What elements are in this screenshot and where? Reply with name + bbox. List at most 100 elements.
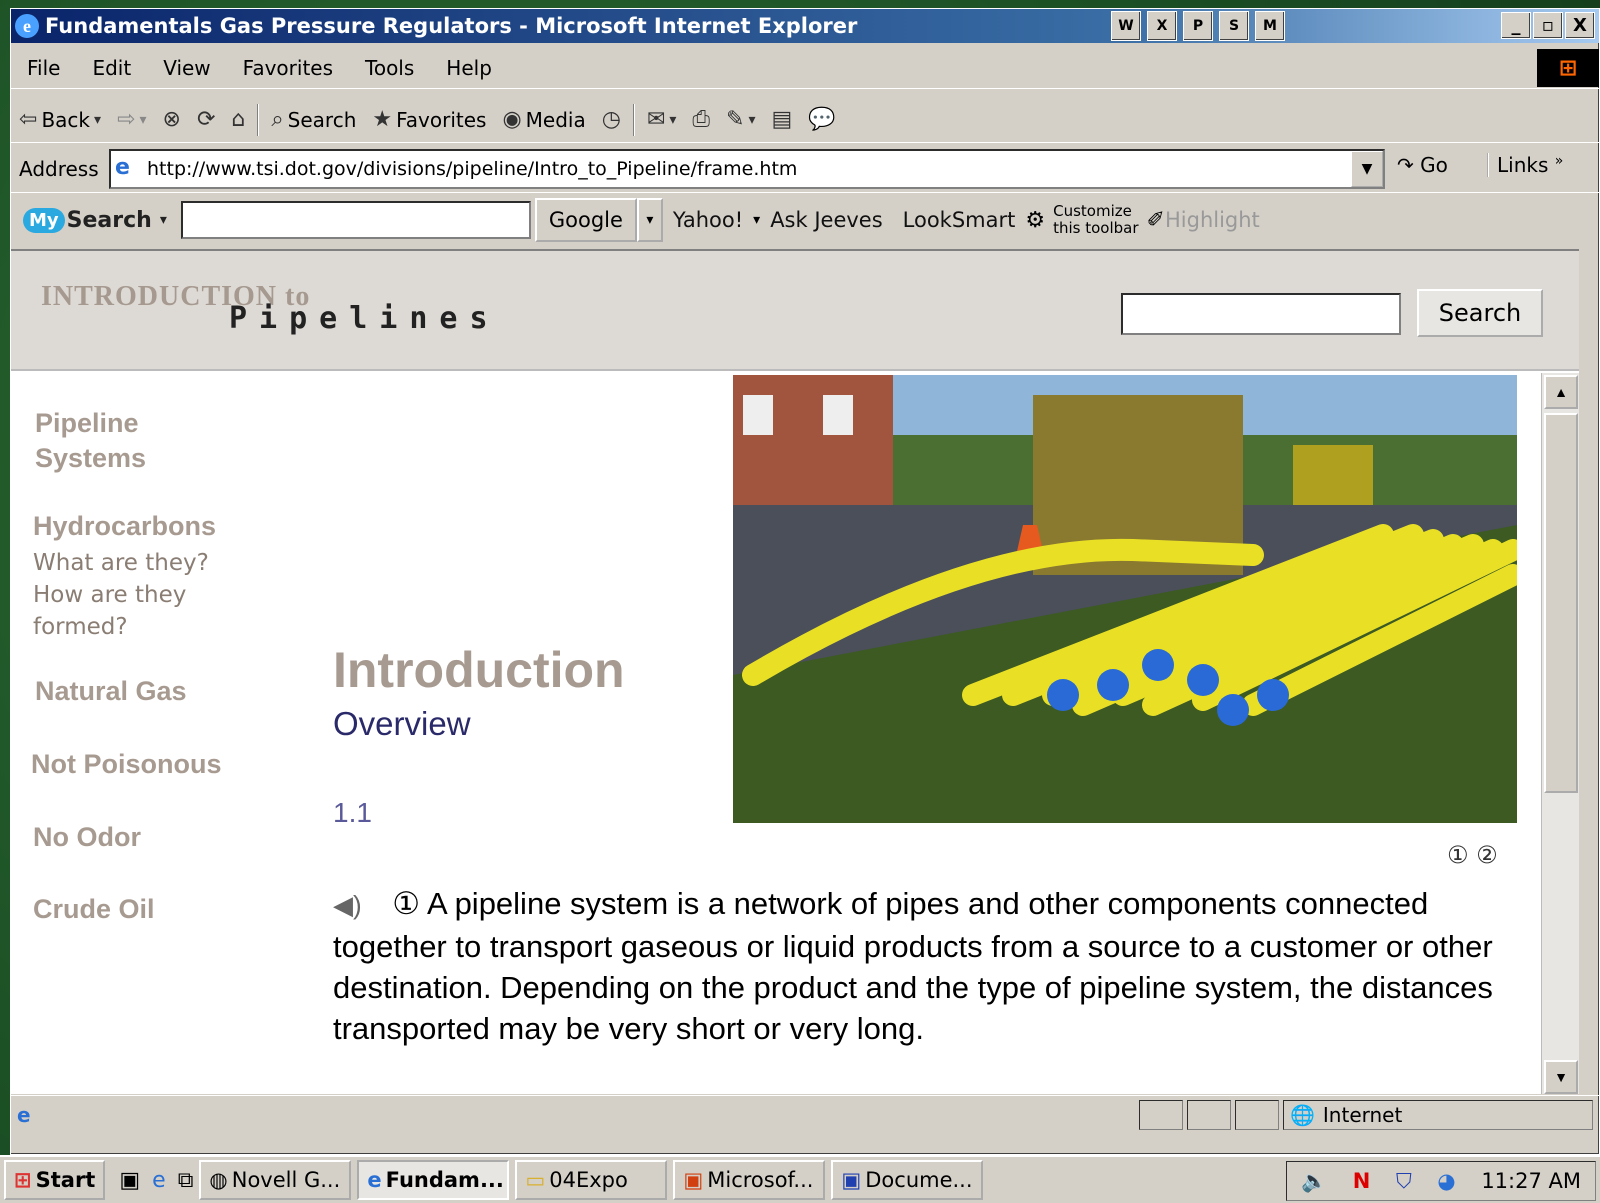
volume-icon[interactable]: 🔈 [1301, 1169, 1327, 1194]
speaker-icon[interactable]: ◀) [333, 890, 362, 920]
scroll-down-button[interactable]: ▼ [1544, 1060, 1578, 1094]
forward-button[interactable]: ⇨ ▾ [109, 100, 154, 140]
search-icon: ⌕ [271, 107, 284, 132]
media-icon: ◉ [502, 107, 522, 132]
forward-arrow-icon: ⇨ [117, 107, 136, 132]
menu-tools[interactable]: Tools [349, 56, 430, 80]
novell-n-icon[interactable]: N [1353, 1169, 1371, 1193]
address-label: Address [19, 156, 99, 181]
paragraph-text: A pipeline system is a network of pipes … [333, 886, 1493, 1046]
links-button[interactable]: Links » [1487, 153, 1563, 177]
discuss-button[interactable]: ▤ [764, 100, 801, 140]
search-button[interactable]: ⌕ Search [263, 100, 364, 140]
yahoo-button[interactable]: Yahoo! [663, 208, 753, 232]
antivirus-icon[interactable]: ⛉ [1396, 1169, 1412, 1194]
nav-hydro-how[interactable]: How are they [33, 579, 186, 611]
customize-toolbar-button[interactable]: Customize this toolbar [1045, 203, 1146, 237]
stop-button[interactable]: ⊗ [155, 100, 189, 140]
gear-icon: ⚙ [1025, 207, 1046, 233]
address-field[interactable]: e http://www.tsi.dot.gov/divisions/pipel… [109, 149, 1385, 189]
vertical-scrollbar[interactable]: ▲ ▼ [1541, 373, 1579, 1094]
google-button[interactable]: Google [534, 198, 637, 242]
mysearch-input[interactable] [180, 201, 531, 239]
clock[interactable]: 11:27 AM [1481, 1169, 1581, 1193]
restore-button[interactable]: ▫ [1533, 12, 1563, 39]
schedule-icon[interactable]: S [1219, 11, 1249, 41]
word-icon[interactable]: W [1111, 11, 1141, 41]
favorites-button[interactable]: ★ Favorites [364, 100, 494, 140]
print-icon: ⎙ [692, 107, 711, 132]
go-button[interactable]: ↷ Go [1397, 153, 1448, 177]
media-label: Media [525, 107, 586, 132]
page-subheading: Overview [333, 705, 471, 742]
page-status-icon: e [17, 1102, 31, 1127]
nav-pipeline-systems[interactable]: Pipeline Systems [35, 406, 146, 476]
nav-hydrocarbons[interactable]: Hydrocarbons [33, 509, 216, 544]
ie-launch-icon[interactable]: e [152, 1168, 166, 1193]
print-button[interactable]: ⎙ [684, 100, 718, 140]
nav-crude-oil[interactable]: Crude Oil [33, 892, 155, 927]
ask-jeeves-button[interactable]: Ask Jeeves [760, 208, 892, 232]
toolbar-separator [257, 103, 260, 136]
task-fundamentals[interactable]: e Fundam... [357, 1160, 510, 1200]
edit-button[interactable]: ✎ ▾ [718, 100, 763, 140]
task-microsoft[interactable]: ▣ Microsof... [673, 1160, 826, 1200]
start-button[interactable]: ⊞ Start [4, 1160, 106, 1200]
favorites-label: Favorites [396, 107, 487, 132]
windows-logo-icon: ⊞ [1537, 49, 1599, 87]
document-icon: ▤ [771, 107, 793, 132]
menu-view[interactable]: View [147, 56, 226, 80]
highlight-button[interactable]: Highlight [1165, 208, 1260, 232]
monitor-icon[interactable]: M [1255, 11, 1285, 41]
home-button[interactable]: ⌂ [223, 100, 253, 140]
menu-edit[interactable]: Edit [76, 56, 147, 80]
highlighter-icon: ✐ [1146, 207, 1165, 233]
task-novell[interactable]: ◍ Novell G... [199, 1160, 352, 1200]
network-globe-icon[interactable]: ◕ [1437, 1169, 1455, 1193]
menu-bar: File Edit View Favorites Tools Help ⊞ [11, 47, 1599, 89]
nav-hydro-formed[interactable]: formed? [33, 611, 128, 643]
logo-pipelines-text: Pipelines [229, 301, 500, 336]
go-label: Go [1420, 153, 1448, 177]
chevron-down-icon[interactable]: ▾ [753, 212, 760, 228]
mail-button[interactable]: ✉ ▾ [639, 100, 684, 140]
site-search-input[interactable] [1121, 293, 1401, 335]
task-document[interactable]: ▣ Docume... [831, 1160, 984, 1200]
looksmart-button[interactable]: LookSmart [893, 208, 1026, 232]
taskbar: ⊞ Start ▣ e ⧉ ◍ Novell G... e Fundam... … [0, 1155, 1600, 1203]
task-microsoft-label: Microsof... [707, 1168, 814, 1192]
toolbar-separator [632, 103, 635, 136]
menu-favorites[interactable]: Favorites [227, 56, 349, 80]
refresh-button[interactable]: ⟳ [189, 100, 223, 140]
nav-not-poisonous[interactable]: Not Poisonous [31, 747, 222, 782]
scroll-thumb[interactable] [1544, 413, 1578, 793]
back-button[interactable]: ⇦ Back ▾ [11, 100, 109, 140]
scroll-up-button[interactable]: ▲ [1544, 375, 1578, 409]
show-desktop-icon[interactable]: ▣ [119, 1168, 140, 1193]
google-dropdown-button[interactable]: ▾ [636, 198, 663, 242]
menu-help[interactable]: Help [430, 56, 508, 80]
powerpoint-icon[interactable]: P [1183, 11, 1213, 41]
site-search-button[interactable]: Search [1417, 289, 1543, 337]
channels-icon[interactable]: ⧉ [178, 1168, 194, 1193]
close-button[interactable]: X [1565, 12, 1595, 39]
nav-no-odor[interactable]: No Odor [33, 820, 141, 855]
ie-icon: e [367, 1168, 382, 1192]
messenger-button[interactable]: 💬 [800, 100, 843, 140]
mysearch-toolbar: My Search ▾ Google ▾ Yahoo! ▾ Ask Jeeves… [11, 195, 1599, 245]
minimize-button[interactable]: _ [1501, 12, 1531, 39]
links-label: Links [1497, 153, 1549, 177]
address-dropdown-button[interactable]: ▼ [1351, 151, 1383, 187]
mysearch-logo[interactable]: My Search ▾ [23, 207, 167, 233]
task-04expo[interactable]: ▭ 04Expo [515, 1160, 668, 1200]
address-url: http://www.tsi.dot.gov/divisions/pipelin… [147, 158, 798, 180]
browser-window: e Fundamentals Gas Pressure Regulators -… [10, 8, 1600, 1155]
media-button[interactable]: ◉ Media [494, 100, 593, 140]
nav-hydro-what[interactable]: What are they? [33, 547, 209, 579]
history-button[interactable]: ◷ [594, 100, 629, 140]
excel-icon[interactable]: X [1147, 11, 1177, 41]
favorites-icon: ★ [372, 107, 393, 132]
menu-file[interactable]: File [11, 56, 76, 80]
nav-natural-gas[interactable]: Natural Gas [35, 674, 187, 709]
image-pager[interactable]: ① ② [1447, 841, 1498, 869]
